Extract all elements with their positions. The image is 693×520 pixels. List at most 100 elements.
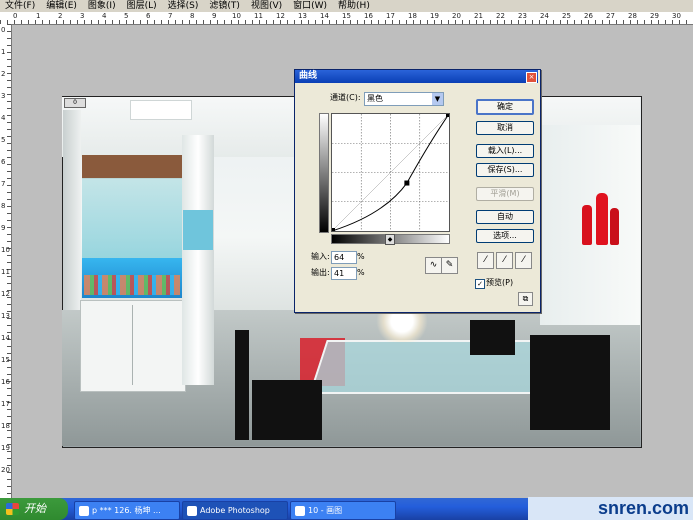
dialog-title-bar[interactable]: 曲线	[295, 70, 538, 83]
ruler-top-label: 22	[496, 12, 505, 20]
scene-red-vase	[610, 208, 619, 245]
ruler-top-label: 1	[36, 12, 41, 20]
scene-aquarium-plants	[84, 275, 180, 295]
preview-checkbox[interactable]: ✓	[475, 279, 485, 289]
ruler-left-label: 0	[1, 26, 6, 34]
close-icon[interactable]: ×	[526, 72, 537, 83]
scene-chair	[235, 330, 249, 440]
scene-blue-panel	[183, 210, 213, 250]
document-corner-badge: 0	[64, 98, 86, 108]
paint-icon	[295, 505, 305, 516]
taskbar-item-paint[interactable]: 10 - 画图	[290, 501, 396, 520]
ruler-top-label: 30	[672, 12, 681, 20]
menu-select[interactable]: 选择(S)	[163, 0, 205, 12]
ruler-left-label: 12	[1, 290, 10, 298]
channel-select[interactable]: 黑色 ▼	[364, 92, 444, 106]
white-eyedropper-icon[interactable]: ⁄	[515, 252, 532, 269]
ruler-top-label: 11	[254, 12, 263, 20]
menu-image[interactable]: 图象(I)	[83, 0, 122, 12]
ruler-left-label: 3	[1, 92, 6, 100]
dialog-title: 曲线	[299, 71, 318, 81]
ruler-top-label: 18	[408, 12, 417, 20]
scene-cabinet	[80, 300, 186, 392]
menu-layer[interactable]: 图层(L)	[122, 0, 163, 12]
input-unit: %	[357, 252, 365, 261]
ruler-left-label: 11	[1, 268, 10, 276]
ruler-top-label: 21	[474, 12, 483, 20]
curve-control-point[interactable]	[404, 180, 410, 186]
scene-chair	[530, 335, 610, 430]
scene-red-vase	[582, 205, 592, 245]
ruler-left-label: 15	[1, 356, 10, 364]
vertical-ruler[interactable]: 0 1 2 3 4 5 6 7 8 9 10 11 12 13 14 15 16…	[0, 24, 12, 498]
ruler-left-label: 2	[1, 70, 6, 78]
ruler-left-label: 8	[1, 202, 6, 210]
menu-window[interactable]: 窗口(W)	[288, 0, 333, 12]
menu-edit[interactable]: 编辑(E)	[41, 0, 83, 12]
gradient-toggle-icon[interactable]: ◆	[385, 234, 395, 245]
gray-eyedropper-icon[interactable]: ⁄	[496, 252, 513, 269]
output-value-field[interactable]: 41	[331, 267, 357, 280]
curve-draw-icon[interactable]: ∿	[425, 257, 442, 274]
ruler-left-label: 14	[1, 334, 10, 342]
expand-view-icon[interactable]: ⧉	[518, 292, 533, 306]
ruler-left-label: 1	[1, 48, 6, 56]
black-eyedropper-icon[interactable]: ⁄	[477, 252, 494, 269]
ruler-top-label: 19	[430, 12, 439, 20]
scene-chair	[252, 380, 322, 440]
ruler-left-label: 5	[1, 136, 6, 144]
input-value-field[interactable]: 64	[331, 251, 357, 264]
ruler-top-label: 28	[628, 12, 637, 20]
ruler-left-label: 18	[1, 422, 10, 430]
scene-red-vase	[596, 193, 608, 245]
ruler-top-label: 25	[562, 12, 571, 20]
taskbar-item-photoshop[interactable]: Adobe Photoshop	[182, 501, 288, 520]
ruler-top-label: 0	[13, 12, 18, 20]
ruler-left-label: 6	[1, 158, 6, 166]
scene-glass-partition	[82, 178, 182, 258]
scene-cabinet-divider	[132, 305, 133, 385]
ruler-top-label: 2	[58, 12, 63, 20]
scene-candle-glow	[372, 312, 432, 342]
ruler-left-label: 13	[1, 312, 10, 320]
menu-help[interactable]: 帮助(H)	[333, 0, 376, 12]
windows-logo-icon	[6, 503, 19, 515]
ruler-left-label: 4	[1, 114, 6, 122]
output-unit: %	[357, 268, 365, 277]
output-gradient-bar	[319, 113, 329, 233]
ruler-top-label: 9	[212, 12, 217, 20]
menu-view[interactable]: 视图(V)	[246, 0, 288, 12]
ruler-top-label: 12	[276, 12, 285, 20]
smooth-button[interactable]: 平滑(M)	[476, 187, 534, 201]
ruler-top-label: 29	[650, 12, 659, 20]
ruler-top-label: 5	[124, 12, 129, 20]
horizontal-ruler[interactable]: 0 1 2 3 4 5 6 7 8 9 10 11 12 13 14 15 16…	[0, 12, 693, 25]
menu-filter[interactable]: 滤镜(T)	[204, 0, 246, 12]
taskbar-item-browser[interactable]: p *** 126. 杨坤 ...	[74, 501, 180, 520]
curve-graph[interactable]	[331, 113, 450, 232]
ruler-left-label: 19	[1, 444, 10, 452]
auto-button[interactable]: 自动	[476, 210, 534, 224]
scene-ceiling-light	[130, 100, 192, 120]
save-button[interactable]: 保存(S)...	[476, 163, 534, 177]
photoshop-icon	[187, 505, 197, 516]
load-button[interactable]: 载入(L)...	[476, 144, 534, 158]
channel-select-value: 黑色	[367, 94, 383, 103]
ruler-top-label: 24	[540, 12, 549, 20]
ruler-top-label: 15	[342, 12, 351, 20]
curve-start-point[interactable]	[332, 228, 335, 231]
cancel-button[interactable]: 取消	[476, 121, 534, 135]
ruler-left-label: 20	[1, 466, 10, 474]
ruler-top-label: 26	[584, 12, 593, 20]
taskbar-item-label: Adobe Photoshop	[200, 506, 270, 515]
ruler-top-label: 13	[298, 12, 307, 20]
input-label: 输入:	[311, 252, 330, 261]
ok-button[interactable]: 确定	[476, 99, 534, 115]
watermark-logo: snren.com	[528, 497, 693, 520]
ruler-top-label: 4	[102, 12, 107, 20]
curve-end-point[interactable]	[446, 114, 449, 117]
options-button[interactable]: 选项...	[476, 229, 534, 243]
pencil-icon[interactable]: ✎	[441, 257, 458, 274]
menu-file[interactable]: 文件(F)	[0, 0, 41, 12]
ruler-left-label: 10	[1, 246, 10, 254]
